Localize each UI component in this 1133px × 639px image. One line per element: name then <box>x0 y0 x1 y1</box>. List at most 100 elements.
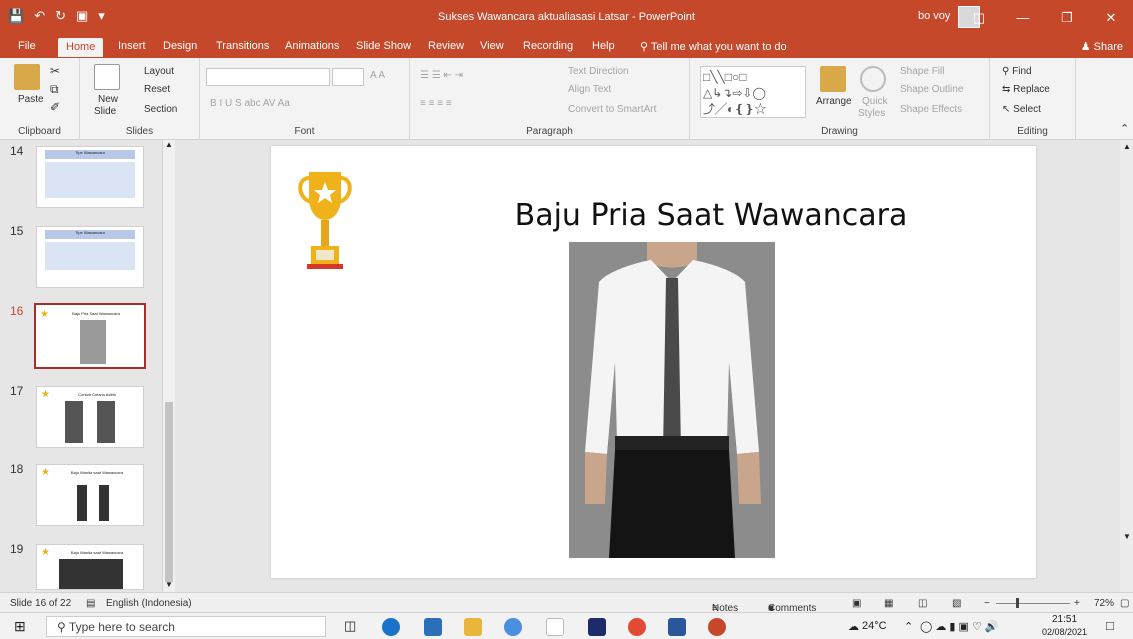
layout-button[interactable]: Layout <box>144 66 174 77</box>
taskbar-search-box[interactable]: ⚲ Type here to search <box>46 616 326 637</box>
windows-start-icon[interactable]: ⊞ <box>14 618 26 635</box>
minimize-icon[interactable]: — <box>1001 0 1045 36</box>
tab-animations[interactable]: Animations <box>285 40 339 52</box>
shape-effects-button[interactable]: Shape Effects <box>900 104 962 115</box>
file-explorer-icon[interactable] <box>464 618 482 636</box>
man-shirt-photo[interactable] <box>569 242 775 558</box>
zoom-slider[interactable] <box>996 603 1070 604</box>
replace-button[interactable]: ⇆ Replace <box>1002 84 1050 95</box>
slide-thumbnail[interactable]: ★ Baju Wanita saat Wawancara <box>36 544 144 590</box>
new-slide-icon[interactable] <box>94 64 120 90</box>
powerpoint-icon[interactable] <box>708 618 726 636</box>
arrange-button[interactable]: Arrange <box>816 96 852 107</box>
zoom-slider-thumb[interactable] <box>1016 598 1019 608</box>
clock-time[interactable]: 21:51 <box>1052 614 1077 625</box>
tab-insert[interactable]: Insert <box>118 40 146 52</box>
tab-recording[interactable]: Recording <box>523 40 573 52</box>
clock-date[interactable]: 02/08/2021 <box>1042 627 1087 637</box>
zoom-in-icon[interactable]: + <box>1074 598 1080 609</box>
slide-title[interactable]: Baju Pria Saat Wawancara <box>471 198 951 233</box>
editor-scrollbar[interactable]: ▲ ▼ <box>1120 140 1133 592</box>
tab-design[interactable]: Design <box>163 40 197 52</box>
cut-icon[interactable]: ✂ <box>50 64 60 78</box>
slide-thumbnail-active[interactable]: ★ Baju Pria Saat Wawancara <box>34 303 146 369</box>
slide-sorter-icon[interactable]: ▦ <box>884 598 893 609</box>
section-button[interactable]: Section <box>144 104 177 115</box>
tab-home[interactable]: Home <box>58 38 104 57</box>
weather-icon[interactable]: ☁ <box>848 620 859 633</box>
store-icon[interactable] <box>424 618 442 636</box>
chrome-icon[interactable] <box>628 618 646 636</box>
close-icon[interactable]: ✕ <box>1089 0 1133 36</box>
zoom-app-icon[interactable] <box>588 618 606 636</box>
font-size-buttons[interactable]: A A <box>370 70 385 81</box>
zoom-out-icon[interactable]: − <box>984 598 990 609</box>
quick-styles-icon[interactable] <box>860 66 886 92</box>
slide-thumbnail[interactable]: ★ Baju Wanita saat Wawancara <box>36 464 144 526</box>
align-text-button[interactable]: Align Text <box>568 84 611 95</box>
shape-fill-button[interactable]: Shape Fill <box>900 66 944 77</box>
temperature[interactable]: 24°C <box>862 620 887 632</box>
fit-slide-icon[interactable]: ▢ <box>1120 598 1129 609</box>
arrange-icon[interactable] <box>820 66 846 92</box>
slide-thumbnail[interactable]: Tipe Wawancara <box>36 146 144 208</box>
copy-icon[interactable]: ⧉ <box>50 82 59 97</box>
spellcheck-icon[interactable]: ▤ <box>86 598 95 609</box>
share-button[interactable]: ♟ Share <box>1081 40 1123 53</box>
convert-smartart-button[interactable]: Convert to SmartArt <box>568 104 656 115</box>
reset-button[interactable]: Reset <box>144 84 170 95</box>
align-buttons-icon[interactable]: ≡ ≡ ≡ ≡ <box>420 98 452 109</box>
tab-help[interactable]: Help <box>592 40 615 52</box>
scroll-up-icon[interactable]: ▲ <box>1123 142 1131 151</box>
normal-view-icon[interactable]: ▣ <box>852 598 861 609</box>
slide-thumbnail[interactable]: Tipe Wawancara <box>36 226 144 288</box>
new-slide-button[interactable]: New <box>98 94 118 105</box>
edge-icon[interactable] <box>382 618 400 636</box>
quick-styles-button[interactable]: Quick <box>862 96 888 107</box>
trophy-icon[interactable] <box>295 168 355 278</box>
notification-icon[interactable]: □ <box>1106 618 1114 633</box>
language-indicator[interactable]: English (Indonesia) <box>106 598 192 609</box>
scroll-down-icon[interactable]: ▼ <box>1123 532 1131 541</box>
shapes-gallery[interactable]: □╲╲□○□ △↳↴⇨⇩◯ ⤴╱◐❴❵☆ <box>700 66 806 118</box>
current-slide[interactable]: Baju Pria Saat Wawancara <box>271 146 1036 578</box>
task-view-icon[interactable]: ◫ <box>344 618 356 634</box>
font-size-combo[interactable] <box>332 68 364 86</box>
font-format-buttons[interactable]: B I U S abc AV Aa <box>210 98 290 109</box>
quick-styles-button-line2[interactable]: Styles <box>858 108 885 119</box>
new-slide-button-line2[interactable]: Slide <box>94 106 116 117</box>
thumb-table <box>45 162 135 198</box>
document-icon[interactable] <box>546 618 564 636</box>
select-button[interactable]: ↖ Select <box>1002 104 1041 115</box>
find-button[interactable]: ⚲ Find <box>1002 66 1032 77</box>
word-icon[interactable] <box>668 618 686 636</box>
slideshow-view-icon[interactable]: ▧ <box>952 598 961 609</box>
thumbnail-scrollbar[interactable]: ▲ ▼ <box>162 140 175 592</box>
paste-button[interactable]: Paste <box>18 94 44 105</box>
scroll-down-icon[interactable]: ▼ <box>165 580 173 589</box>
tell-me-box[interactable]: ⚲ Tell me what you want to do <box>640 40 787 53</box>
tab-view[interactable]: View <box>480 40 504 52</box>
browser-icon[interactable] <box>504 618 522 636</box>
zoom-level[interactable]: 72% <box>1094 598 1114 609</box>
paste-icon[interactable] <box>14 64 40 90</box>
tab-slide-show[interactable]: Slide Show <box>356 40 411 52</box>
collapse-ribbon-icon[interactable]: ⌃ <box>1120 122 1129 135</box>
reading-view-icon[interactable]: ◫ <box>918 598 927 609</box>
shape-outline-button[interactable]: Shape Outline <box>900 84 963 95</box>
scroll-up-icon[interactable]: ▲ <box>165 140 173 149</box>
user-name[interactable]: bo voy <box>918 10 950 22</box>
font-name-combo[interactable] <box>206 68 330 86</box>
scroll-thumb[interactable] <box>165 402 173 582</box>
ribbon-display-icon[interactable]: ◫ <box>957 0 1001 36</box>
text-direction-button[interactable]: Text Direction <box>568 66 629 77</box>
list-buttons-icon[interactable]: ☰ ☰ ⇤ ⇥ <box>420 70 463 81</box>
tab-transitions[interactable]: Transitions <box>216 40 269 52</box>
format-painter-icon[interactable]: ✐ <box>50 100 60 114</box>
tray-icons[interactable]: ◯ ☁ ▮ ▣ ♡ 🔊 <box>920 620 999 633</box>
restore-icon[interactable]: ❐ <box>1045 0 1089 36</box>
tab-review[interactable]: Review <box>428 40 464 52</box>
tab-file[interactable]: File <box>18 40 36 52</box>
slide-thumbnail[interactable]: ★ Contoh Celana Aktifa <box>36 386 144 448</box>
tray-chevron-icon[interactable]: ⌃ <box>904 620 913 633</box>
